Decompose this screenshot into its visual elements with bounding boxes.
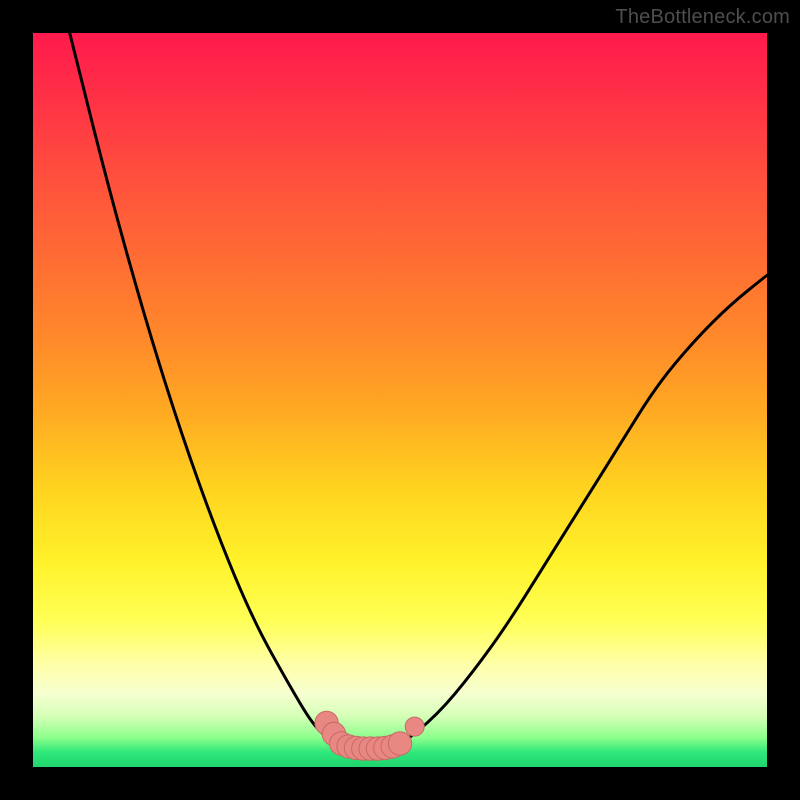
data-marker bbox=[405, 717, 424, 736]
data-marker bbox=[388, 732, 411, 755]
chart-frame: TheBottleneck.com bbox=[0, 0, 800, 800]
bottleneck-curve bbox=[70, 33, 767, 749]
curve-svg bbox=[33, 33, 767, 767]
plot-area bbox=[33, 33, 767, 767]
watermark-text: TheBottleneck.com bbox=[615, 6, 790, 29]
marker-group bbox=[315, 711, 424, 760]
